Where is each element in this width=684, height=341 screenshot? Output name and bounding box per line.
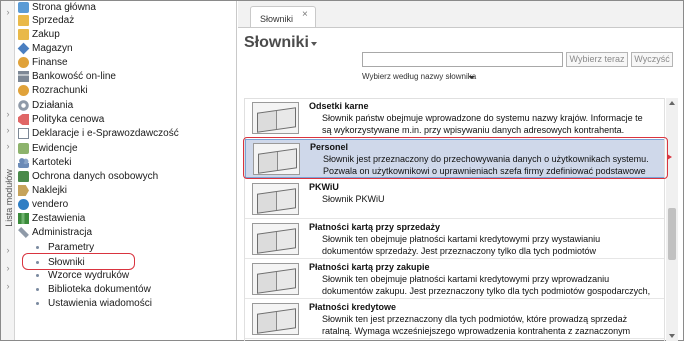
lock-icon [18, 171, 29, 182]
page-title: Słowniki [244, 34, 309, 51]
list-item[interactable]: Odsetki karne Słownik państw obejmuje wp… [245, 99, 664, 138]
module-list-tab[interactable]: › › › › Lista modułów › › › [1, 1, 15, 340]
list-item[interactable]: PKWiU Słownik PKWiU [245, 180, 664, 219]
filter-dropdown[interactable]: Wybierz według nazwy słownika [362, 72, 476, 81]
choose-now-button[interactable]: Wybierz teraz [566, 52, 628, 67]
dictionary-list: Odsetki karne Słownik państw obejmuje wp… [244, 98, 665, 341]
clear-button[interactable]: Wyczyść [631, 52, 673, 67]
people-icon [18, 157, 29, 168]
chevron-right-icon[interactable]: › [4, 7, 12, 17]
folder-icon [18, 29, 29, 40]
list-item[interactable]: Płatności kartą przy zakupie Słownik ten… [245, 260, 664, 299]
scrollbar-thumb[interactable] [668, 208, 676, 260]
dictionaries-view: Słowniki Wybierz teraz Wyczyść Wybierz w… [238, 27, 683, 341]
gear-icon [18, 100, 29, 111]
book-icon [253, 143, 300, 175]
tab-slowniki[interactable]: Słowniki × [250, 6, 316, 28]
chevron-right-icon[interactable]: › [4, 281, 12, 291]
main-panel: Słowniki × Słowniki Wybierz teraz Wyczyś… [238, 1, 683, 341]
module-list-label: Lista modułów [4, 169, 14, 227]
coin-icon [18, 57, 29, 68]
label-icon [18, 185, 29, 196]
tag-icon [18, 114, 29, 125]
coin-icon [18, 85, 29, 96]
folder-icon [18, 15, 29, 26]
scroll-up-icon[interactable] [669, 101, 675, 105]
bullet-icon [36, 246, 39, 249]
books-icon [18, 213, 29, 224]
scroll-down-icon[interactable] [669, 334, 675, 338]
list-item[interactable]: Płatności kartą przy sprzedaży Słownik t… [245, 220, 664, 259]
chevron-right-icon[interactable]: › [4, 245, 12, 255]
vertical-scrollbar[interactable] [666, 98, 678, 341]
book-icon [252, 102, 299, 134]
chevron-right-icon[interactable]: › [4, 125, 12, 135]
module-navigation-tree: Strona główna Sprzedaż Zakup Magazyn Fin… [15, 1, 237, 340]
bank-icon [18, 71, 29, 82]
chevron-down-icon[interactable] [469, 76, 475, 79]
chevron-down-icon[interactable] [311, 42, 317, 46]
chevron-right-icon[interactable]: › [4, 109, 12, 119]
wrench-icon [18, 227, 29, 238]
book-icon [252, 263, 299, 295]
list-item[interactable]: Płatności kredytowe Słownik ten jest prz… [245, 300, 664, 339]
bullet-icon [36, 288, 39, 291]
list-item-selected[interactable]: Personel Słownik jest przeznaczony do pr… [245, 139, 664, 178]
book-icon [252, 223, 299, 255]
vendero-icon [18, 199, 29, 210]
cube-icon [17, 42, 30, 55]
book-icon [252, 303, 299, 335]
book-icon [252, 183, 299, 215]
chevron-right-icon[interactable]: › [4, 263, 12, 273]
search-input[interactable] [362, 52, 563, 67]
home-icon [18, 2, 29, 13]
document-icon [18, 128, 29, 139]
pointer-arrow-icon [667, 154, 672, 160]
bullet-icon [36, 302, 39, 305]
close-icon[interactable]: × [302, 9, 308, 20]
card-icon [18, 143, 29, 154]
bullet-icon [36, 261, 39, 264]
bullet-icon [36, 274, 39, 277]
